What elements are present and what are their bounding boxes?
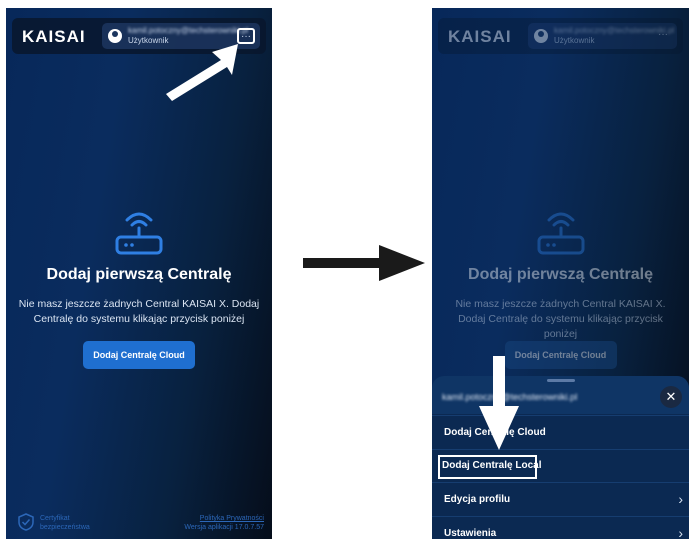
shield-check-icon xyxy=(18,513,34,531)
add-cloud-hub-button[interactable]: Dodaj Centralę Cloud xyxy=(83,341,195,369)
chevron-right-icon: › xyxy=(678,525,683,539)
user-account-pill[interactable]: kamil.potoczny@techsterowniki.pl Użytkow… xyxy=(528,23,677,49)
menu-item-label: Dodaj Centralę Local xyxy=(442,460,542,471)
account-menu-sheet: kamil.potoczny@techsterowniki.pl ✕ Dodaj… xyxy=(432,376,689,539)
privacy-policy-link[interactable]: Polityka Prywatności xyxy=(184,514,264,523)
close-icon[interactable]: ✕ xyxy=(660,386,682,408)
app-version: Wersja aplikacji 17.0.7.57 xyxy=(184,524,264,531)
empty-state-description: Nie masz jeszcze żadnych Central KAISAI … xyxy=(455,298,666,340)
user-avatar-icon xyxy=(534,29,548,43)
kaisai-logo: KAISAI xyxy=(448,27,512,46)
menu-item-settings[interactable]: Ustawienia › xyxy=(432,516,689,539)
empty-state-title: Dodaj pierwszą Centralę xyxy=(46,266,232,283)
router-wifi-icon xyxy=(537,212,584,255)
footer-links: Polityka Prywatności Wersja aplikacji 17… xyxy=(184,514,264,532)
menu-header: kamil.potoczny@techsterowniki.pl ✕ xyxy=(432,376,689,414)
menu-item-add-cloud-hub[interactable]: Dodaj Centralę Cloud xyxy=(432,415,689,448)
empty-state-title: Dodaj pierwszą Centralę xyxy=(468,266,653,283)
user-email: kamil.potoczny@techsterowniki.pl xyxy=(128,26,249,35)
user-avatar-icon xyxy=(108,29,122,43)
security-certificate-link[interactable]: Certyfikat bezpieczeństwa xyxy=(40,514,92,532)
annotation-arrow-to-menu xyxy=(166,44,238,101)
menu-item-label: Ustawienia xyxy=(444,528,497,539)
annotation-arrow-to-local-item xyxy=(479,356,519,450)
app-screen-menu-open: KAISAI kamil.potoczny@techsterowniki.pl … xyxy=(432,8,689,539)
drag-handle[interactable] xyxy=(546,379,575,382)
menu-item-add-local-hub[interactable]: Dodaj Centralę Local xyxy=(432,449,689,482)
transition-arrow-icon xyxy=(303,245,425,281)
more-options-button[interactable]: ··· xyxy=(654,28,672,44)
menu-item-edit-profile[interactable]: Edycja profilu › xyxy=(432,482,689,515)
empty-state-description: Nie masz jeszcze żadnych Central KAISAI … xyxy=(18,298,260,325)
router-wifi-icon xyxy=(115,212,163,255)
footer: Certyfikat bezpieczeństwa Polityka Prywa… xyxy=(6,511,272,539)
menu-item-label: Edycja profilu xyxy=(444,494,511,505)
top-bar: KAISAI kamil.potoczny@techsterowniki.pl … xyxy=(438,18,683,54)
kaisai-logo: KAISAI xyxy=(22,27,86,46)
chevron-right-icon: › xyxy=(678,491,683,507)
user-role: Użytkownik xyxy=(554,36,595,45)
